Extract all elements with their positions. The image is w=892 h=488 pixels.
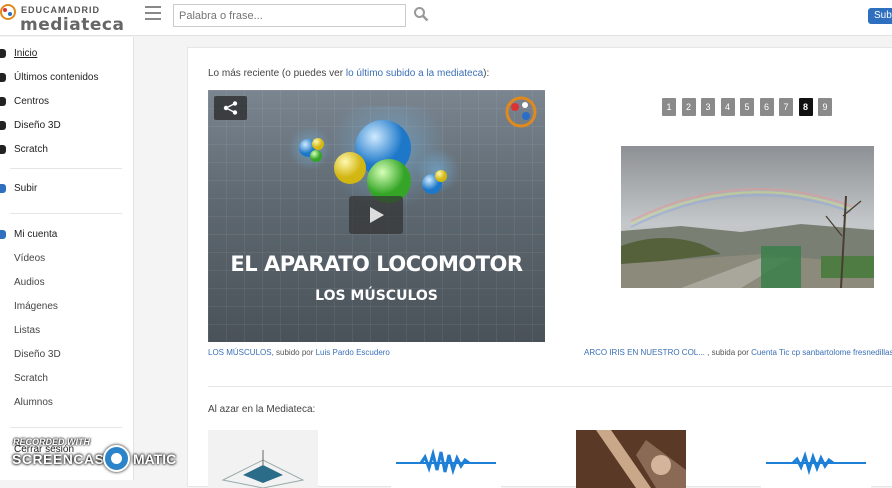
featured-photo[interactable] [621, 146, 874, 288]
random-thumb-audio-2[interactable] [761, 430, 871, 488]
sidebar-item-label: Inicio [14, 48, 38, 59]
video-title-link[interactable]: LOS MÚSCULOS [208, 348, 272, 357]
sidebar-divider [10, 213, 122, 214]
page-button[interactable]: 1 [662, 98, 676, 116]
random-thumb-3d[interactable] [208, 430, 318, 488]
sidebar-item-label: Listas [14, 325, 41, 336]
page-button[interactable]: 4 [720, 98, 735, 116]
play-button[interactable] [349, 196, 403, 234]
page-button[interactable]: 5 [740, 98, 754, 116]
section-divider [208, 386, 892, 387]
upload-button[interactable]: Subir [868, 8, 892, 24]
sidebar-item-label: Scratch [14, 373, 48, 384]
sidebar: Inicio Últimos contenidos Centros Diseño… [0, 37, 134, 480]
menu-icon[interactable] [145, 6, 161, 20]
recent-heading: Lo más reciente (o puedes ver lo último … [208, 68, 489, 79]
sidebar-item-label: Diseño 3D [14, 349, 61, 360]
cube-icon [0, 121, 6, 130]
main-content-card: Lo más reciente (o puedes ver lo último … [187, 47, 892, 488]
search-icon[interactable] [413, 6, 429, 22]
random-thumb-audio-1[interactable] [391, 430, 501, 488]
page-button[interactable]: 6 [759, 98, 774, 116]
watermark-logo-icon [103, 445, 130, 472]
page-button-current[interactable]: 8 [798, 98, 813, 116]
featured-video-caption: LOS MÚSCULOS, subido por Luis Pardo Escu… [208, 348, 390, 357]
audio-waveform-thumbnail [396, 448, 496, 476]
video-title-line1: EL APARATO LOCOMOTOR [230, 252, 523, 276]
educamadrid-watermark-icon [505, 96, 537, 128]
random-thumb-image[interactable] [576, 430, 686, 488]
account-icon [0, 230, 6, 239]
play-icon [370, 207, 384, 223]
3d-model-thumbnail [221, 450, 305, 488]
home-icon [0, 49, 6, 58]
audio-waveform-thumbnail [766, 451, 866, 476]
photo-author-link[interactable]: Cuenta Tic cp sanbartolome fresnedillas [751, 348, 892, 357]
watermark-line1: RECORDED WITH [13, 437, 90, 447]
video-author-link[interactable]: Luis Pardo Escudero [316, 348, 390, 357]
logo-top-text: EDUCAMADRID [21, 5, 100, 15]
top-bar: EDUCAMADRID mediateca Subir [0, 0, 892, 36]
sidebar-divider [10, 427, 122, 428]
sidebar-item-label: Centros [14, 96, 50, 107]
logo-bottom-text: mediateca [20, 15, 125, 35]
sidebar-item-label: Diseño 3D [14, 120, 61, 131]
share-button[interactable] [214, 96, 247, 120]
upload-icon [0, 184, 6, 193]
sidebar-item-label: Vídeos [14, 253, 46, 264]
latest-uploads-link[interactable]: lo último subido a la mediateca [346, 68, 483, 79]
sidebar-item-label: Imágenes [14, 301, 58, 312]
search-input[interactable] [173, 4, 406, 27]
rainbow-photo [621, 146, 874, 288]
featured-photo-caption: ARCO IRIS EN NUESTRO COL... , subida por… [584, 348, 892, 357]
page-button[interactable]: 2 [681, 98, 696, 116]
video-title-line2: LOS MÚSCULOS [315, 288, 438, 304]
sidebar-item-label: Últimos contenidos [14, 72, 99, 83]
sidebar-item-label: Scratch [14, 144, 48, 155]
page-button[interactable]: 9 [818, 98, 832, 116]
watermark-brand-right: MATIC [133, 451, 177, 467]
sidebar-item-label: Subir [14, 183, 38, 194]
recent-suffix: ): [483, 68, 490, 79]
educamadrid-logo[interactable]: EDUCAMADRID mediateca [0, 2, 130, 35]
sidebar-item-label: Alumnos [14, 397, 53, 408]
caption-mid: , subido por [271, 348, 316, 357]
logo-mark-icon [0, 4, 16, 20]
watermark-brand-left: SCREENCAST [12, 451, 114, 467]
caption-mid: , subida por [704, 348, 752, 357]
recent-prefix: Lo más reciente (o puedes ver [208, 68, 346, 79]
page-button[interactable]: 3 [701, 98, 715, 116]
sidebar-item-label: Audios [14, 277, 45, 288]
sidebar-item-label: Mi cuenta [14, 229, 58, 240]
sidebar-divider [10, 168, 122, 169]
random-heading: Al azar en la Mediateca: [208, 404, 316, 415]
scratch-icon [0, 145, 6, 154]
recent-icon [0, 73, 6, 82]
screencast-watermark: RECORDED WITH SCREENCAST MATIC [0, 435, 180, 480]
school-icon [0, 97, 6, 106]
photo-thumbnail [576, 430, 686, 488]
featured-video-player[interactable]: EL APARATO LOCOMOTOR LOS MÚSCULOS [208, 90, 545, 342]
page-button[interactable]: 7 [779, 98, 793, 116]
photo-title-link[interactable]: ARCO IRIS EN NUESTRO COL... [584, 348, 705, 357]
share-icon [223, 101, 238, 115]
